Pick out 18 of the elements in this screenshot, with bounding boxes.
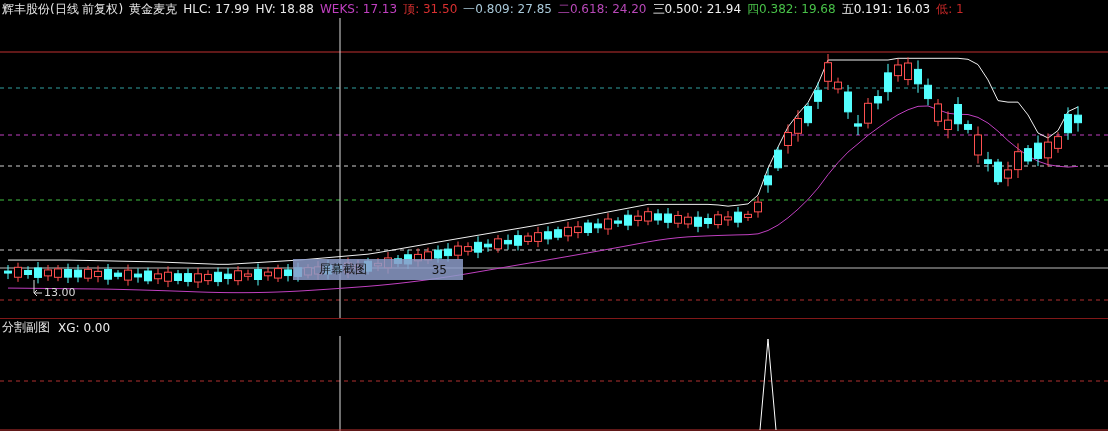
subchart-title: 分割副图 — [2, 319, 50, 336]
indicator-value: 顶: 31.50 — [403, 0, 458, 18]
indicator-value: 四0.382: 19.68 — [747, 0, 836, 18]
tooltip-value: 35 — [431, 262, 447, 277]
indicator-value: WEKS: 17.13 — [319, 2, 398, 16]
leader-line — [33, 279, 43, 297]
indicator-value: 三0.500: 21.94 — [652, 0, 742, 18]
tooltip-label: 屏幕截图 — [319, 261, 367, 278]
indicator-value: XG: 0.00 — [58, 320, 111, 335]
security-title: 辉丰股份(日线 前复权) — [2, 0, 124, 18]
indicator-value: HV: 18.88 — [255, 2, 314, 16]
indicator-value: 二0.618: 24.20 — [557, 0, 647, 18]
indicator-value: HLC: 17.99 — [183, 2, 250, 16]
formula-name: 黄金麦克 — [129, 0, 178, 18]
indicator-value: 一0.809: 27.85 — [463, 0, 552, 18]
indicator-value: 低: 1 — [936, 0, 964, 18]
price-label: 13.00 — [44, 286, 76, 299]
indicator-value: 五0.191: 16.03 — [841, 0, 931, 18]
